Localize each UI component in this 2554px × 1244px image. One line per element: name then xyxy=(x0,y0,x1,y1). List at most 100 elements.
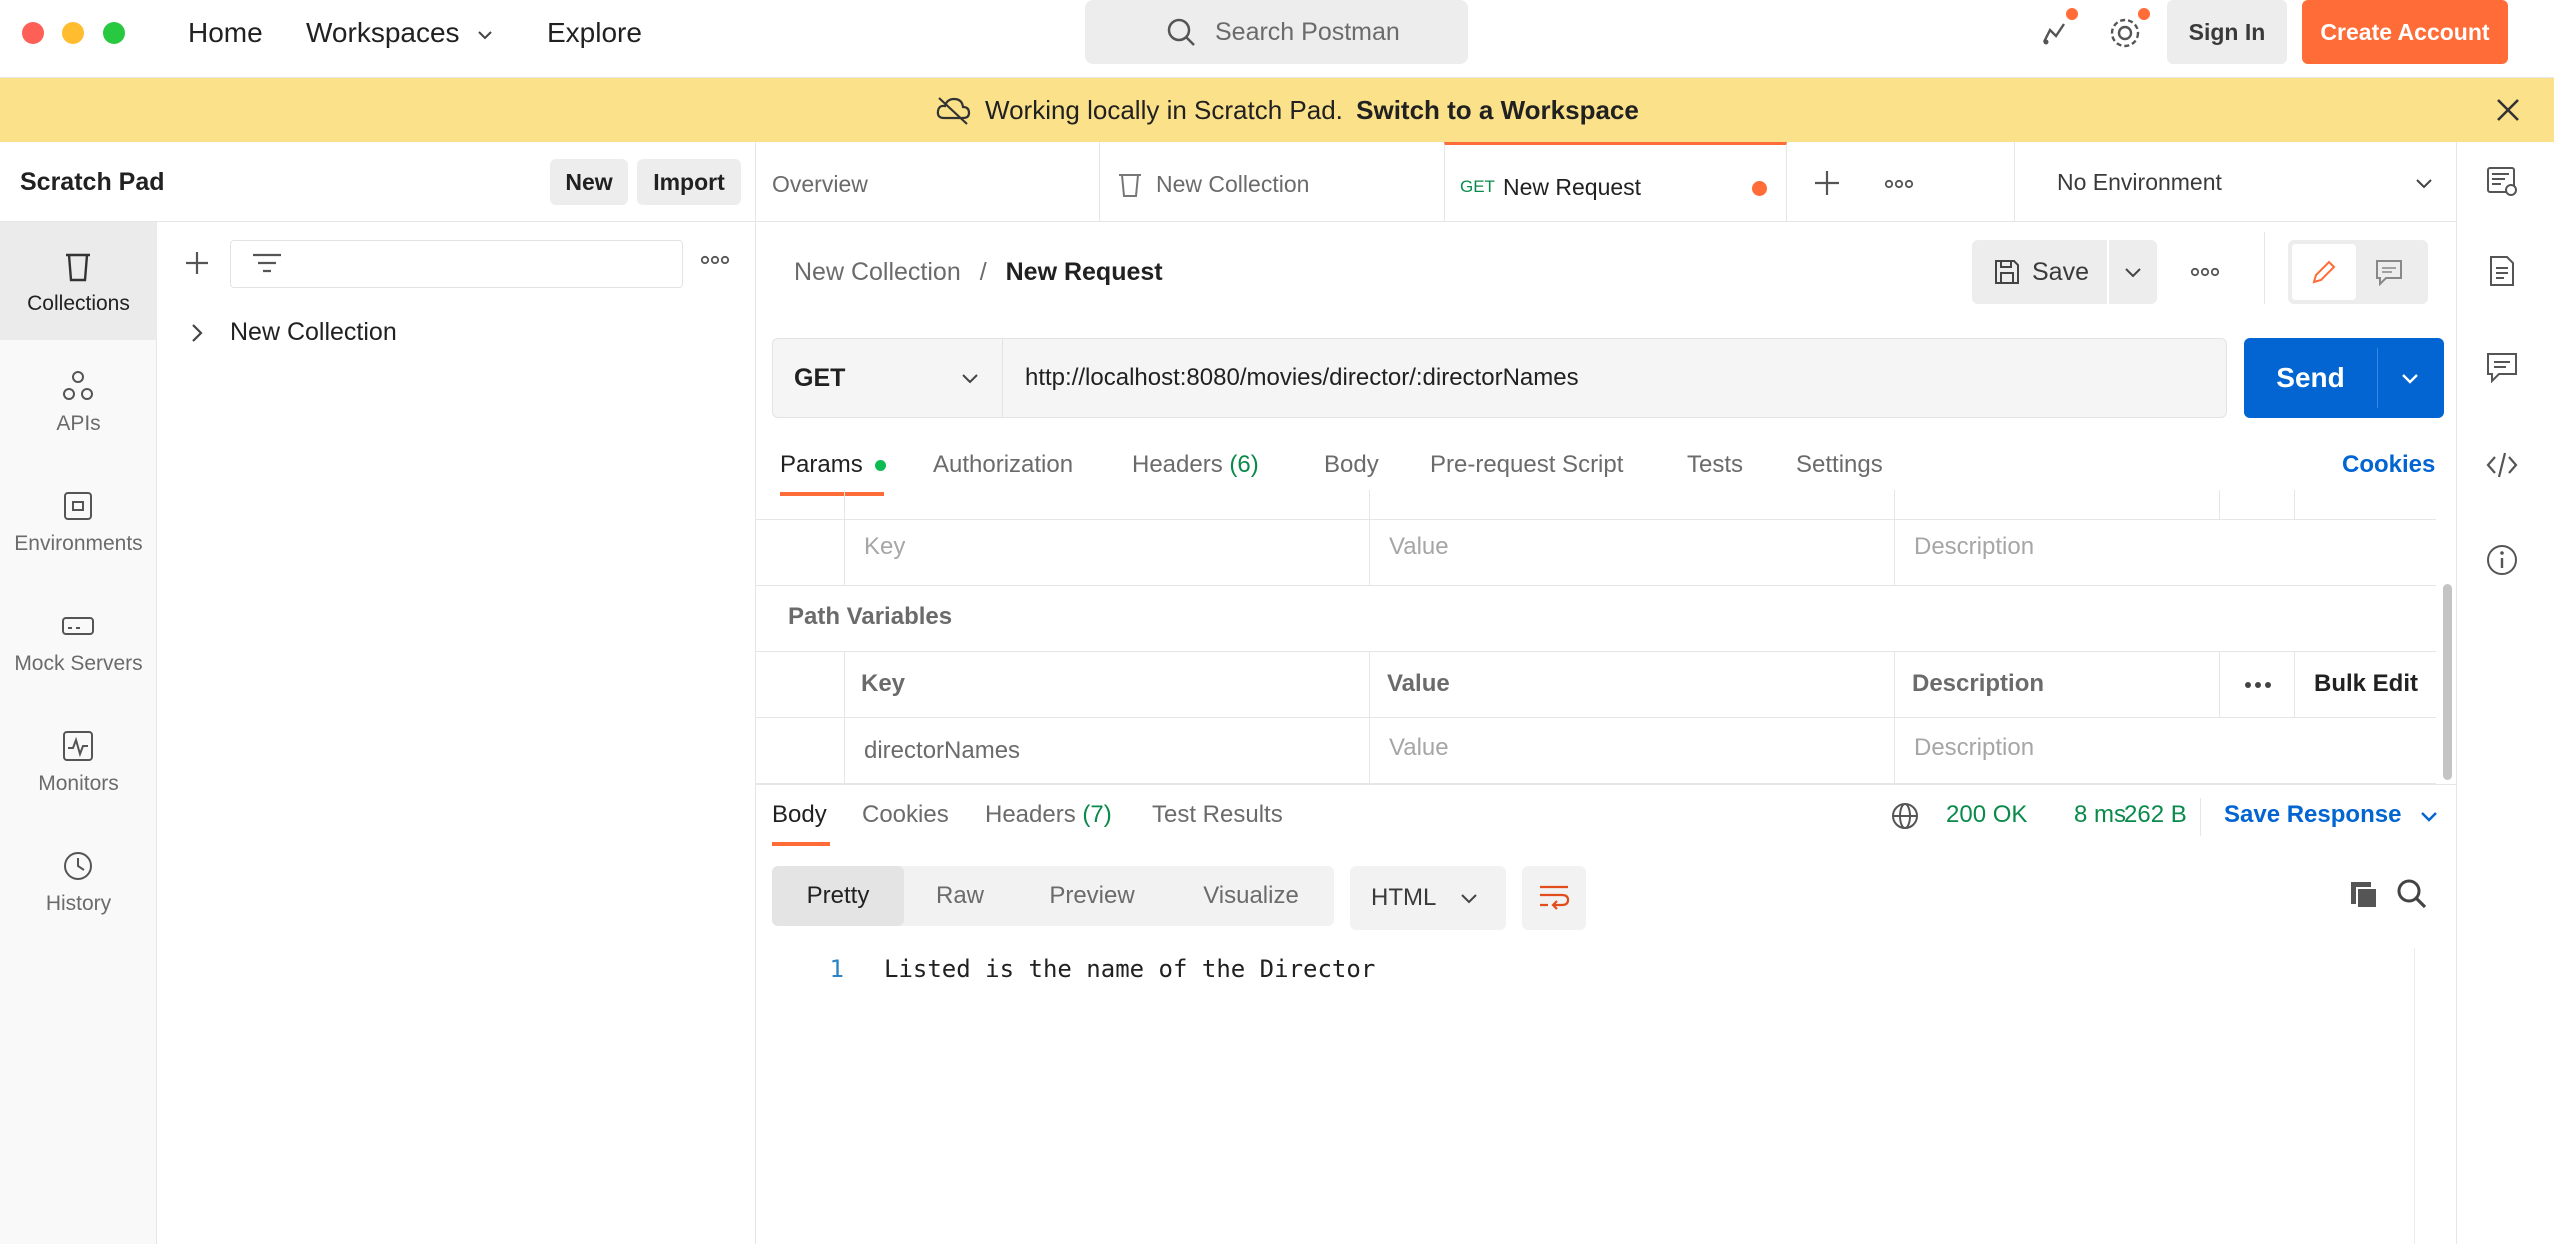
table-border xyxy=(2294,490,2295,520)
path-value-input[interactable]: Value xyxy=(1389,734,1449,762)
monitor-pulse-icon xyxy=(60,728,96,764)
breadcrumb-current[interactable]: New Request xyxy=(1006,258,1163,286)
table-border xyxy=(1894,490,1895,586)
response-tab-cookies[interactable]: Cookies xyxy=(862,790,949,840)
globe-icon[interactable] xyxy=(1890,801,1920,831)
collections-filter-input[interactable] xyxy=(230,240,683,288)
search-bar[interactable]: Search Postman xyxy=(1085,0,1468,64)
tab-body[interactable]: Body xyxy=(1324,440,1379,490)
response-status[interactable]: 200 OK xyxy=(1946,790,2027,840)
sign-in-button[interactable]: Sign In xyxy=(2167,0,2287,64)
request-scrollbar[interactable] xyxy=(2443,584,2452,780)
save-response-button[interactable]: Save Response xyxy=(2224,790,2440,840)
bulk-edit-button[interactable]: Bulk Edit xyxy=(2314,670,2418,698)
response-size[interactable]: 262 B xyxy=(2124,790,2187,840)
scratch-pad-banner: Working locally in Scratch Pad. Switch t… xyxy=(0,78,2554,142)
nav-explore[interactable]: Explore xyxy=(547,0,642,66)
chevron-down-icon[interactable] xyxy=(2399,367,2421,389)
cookies-link[interactable]: Cookies xyxy=(2342,440,2435,490)
rail-collections[interactable]: Collections xyxy=(0,222,157,340)
add-tab-icon[interactable] xyxy=(1812,168,1842,198)
chevron-down-icon xyxy=(2122,261,2144,283)
response-tab-test-results[interactable]: Test Results xyxy=(1152,790,1283,840)
view-raw[interactable]: Raw xyxy=(904,866,1016,926)
rail-history[interactable]: History xyxy=(0,822,157,940)
switch-workspace-link[interactable]: Switch to a Workspace xyxy=(1356,95,1639,125)
comments-icon[interactable] xyxy=(2485,350,2519,384)
import-button[interactable]: Import xyxy=(637,159,741,205)
tabs-more-icon[interactable] xyxy=(1884,176,1914,192)
view-pretty[interactable]: Pretty xyxy=(772,866,904,926)
tab-params[interactable]: Params xyxy=(780,440,887,490)
query-key-input[interactable]: Key xyxy=(864,533,905,561)
tab-settings[interactable]: Settings xyxy=(1796,440,1883,490)
url-input[interactable]: http://localhost:8080/movies/director/:d… xyxy=(1025,339,1579,417)
collection-tree-item[interactable]: New Collection xyxy=(170,310,750,354)
response-tab-body[interactable]: Body xyxy=(772,790,827,840)
search-icon[interactable] xyxy=(2396,878,2428,910)
tab-overview[interactable]: Overview xyxy=(756,142,1100,222)
column-more-icon[interactable] xyxy=(2243,677,2273,693)
window-zoom-dot[interactable] xyxy=(103,22,125,44)
sync-icon[interactable] xyxy=(2038,16,2072,50)
send-button[interactable]: Send xyxy=(2244,338,2377,418)
tab-new-request[interactable]: GET New Request xyxy=(1444,142,1787,222)
filter-icon xyxy=(251,251,283,277)
gear-icon[interactable] xyxy=(2108,16,2142,50)
view-preview[interactable]: Preview xyxy=(1016,866,1168,926)
environment-label: No Environment xyxy=(2057,169,2222,195)
tab-pre-request-script[interactable]: Pre-request Script xyxy=(1430,440,1623,490)
format-select[interactable]: HTML xyxy=(1350,866,1506,930)
docs-file-icon[interactable] xyxy=(2485,254,2519,288)
search-icon xyxy=(1165,16,1197,48)
wrap-lines-button[interactable] xyxy=(1522,866,1586,930)
environment-selector[interactable]: No Environment xyxy=(2014,142,2456,222)
sync-badge xyxy=(2066,8,2078,20)
response-tab-headers[interactable]: Headers (7) xyxy=(985,790,1112,840)
tab-authorization[interactable]: Authorization xyxy=(933,440,1073,490)
comment-icon[interactable] xyxy=(2374,258,2404,286)
response-divider xyxy=(756,784,2456,785)
code-icon[interactable] xyxy=(2485,448,2519,482)
edit-mode-button[interactable] xyxy=(2292,244,2356,300)
panel-divider xyxy=(755,142,756,1244)
close-icon[interactable] xyxy=(2494,96,2522,124)
divider xyxy=(2264,232,2265,304)
rail-apis[interactable]: APIs xyxy=(0,342,157,460)
search-placeholder: Search Postman xyxy=(1215,18,1400,46)
more-options-icon[interactable] xyxy=(700,252,730,268)
rail-monitors[interactable]: Monitors xyxy=(0,702,157,820)
rail-label: Monitors xyxy=(38,772,119,795)
window-minimize-dot[interactable] xyxy=(62,22,84,44)
nav-home[interactable]: Home xyxy=(188,0,263,66)
documentation-icon[interactable] xyxy=(2485,164,2519,198)
rail-mock-servers[interactable]: Mock Servers xyxy=(0,582,157,700)
request-more-icon[interactable] xyxy=(2190,264,2220,280)
rail-environments[interactable]: Environments xyxy=(0,462,157,580)
response-code-view[interactable]: 1 Listed is the name of the Director xyxy=(772,948,2412,1244)
response-time[interactable]: 8 ms xyxy=(2074,790,2126,840)
method-select[interactable]: GET xyxy=(773,339,1003,417)
tab-headers[interactable]: Headers (6) xyxy=(1132,440,1259,490)
save-button[interactable]: Save xyxy=(1972,240,2107,304)
query-description-input[interactable]: Description xyxy=(1914,533,2034,561)
path-description-input[interactable]: Description xyxy=(1914,734,2034,762)
add-icon[interactable] xyxy=(182,248,212,278)
breadcrumb-parent[interactable]: New Collection xyxy=(794,258,961,286)
nav-workspaces[interactable]: Workspaces xyxy=(306,0,495,66)
view-visualize[interactable]: Visualize xyxy=(1168,866,1334,926)
tab-tests[interactable]: Tests xyxy=(1687,440,1743,490)
rail-label: Collections xyxy=(27,292,130,315)
window-close-dot[interactable] xyxy=(22,22,44,44)
tab-new-collection[interactable]: New Collection xyxy=(1100,142,1444,222)
path-key-value: directorNames xyxy=(864,737,1021,764)
chevron-down-icon xyxy=(475,25,495,45)
new-button[interactable]: New xyxy=(550,159,628,205)
copy-icon[interactable] xyxy=(2348,879,2380,911)
save-options-button[interactable] xyxy=(2109,240,2157,304)
code-line: Listed is the name of the Director xyxy=(884,955,1376,983)
info-icon[interactable] xyxy=(2485,543,2519,577)
query-value-input[interactable]: Value xyxy=(1389,533,1449,561)
chevron-right-icon[interactable] xyxy=(188,322,206,344)
create-account-button[interactable]: Create Account xyxy=(2302,0,2508,64)
